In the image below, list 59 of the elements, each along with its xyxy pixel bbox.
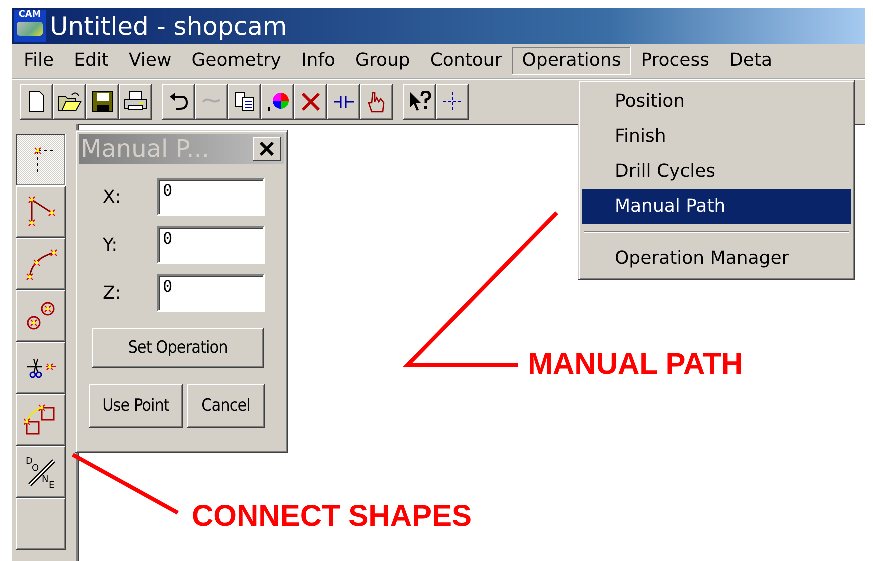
menu-item[interactable]: Operations xyxy=(512,47,632,75)
arc-icon xyxy=(24,247,58,281)
menu-item[interactable]: Info xyxy=(291,47,346,75)
menu-item[interactable]: Group xyxy=(346,47,420,75)
toolbar-button[interactable] xyxy=(20,84,53,120)
field-label: Z: xyxy=(103,282,122,304)
toolbar-button[interactable] xyxy=(327,84,360,120)
field-label: Y: xyxy=(103,234,119,256)
tool-button[interactable]: DONE xyxy=(16,446,66,498)
menu-item[interactable]: View xyxy=(118,47,182,75)
tool-button[interactable] xyxy=(16,134,66,186)
copy-icon xyxy=(234,91,256,113)
print-icon xyxy=(124,91,148,113)
open-folder-icon xyxy=(58,91,82,113)
color-wheel-icon xyxy=(266,91,290,113)
menu-item[interactable]: Deta xyxy=(720,47,783,75)
input-field[interactable]: 0 xyxy=(157,226,265,264)
menu-option[interactable]: Finish xyxy=(582,119,851,154)
app-logo: CAM xyxy=(14,10,46,42)
undo-icon xyxy=(168,91,190,113)
annotation-label: MANUAL PATH xyxy=(528,348,743,382)
field-label: X: xyxy=(103,186,122,208)
new-file-icon xyxy=(26,91,46,113)
toolbar-button[interactable] xyxy=(360,84,393,120)
menu-option[interactable]: Position xyxy=(582,84,851,119)
menu-item[interactable]: Process xyxy=(631,47,720,75)
help-pointer-icon xyxy=(408,91,432,113)
redo-icon xyxy=(202,98,222,106)
set-operation-button[interactable]: Set Operation xyxy=(92,328,264,368)
close-button[interactable] xyxy=(253,137,281,161)
input-field[interactable]: 0 xyxy=(157,274,265,312)
hand-icon xyxy=(366,90,388,114)
window-title: Untitled - shopcam xyxy=(50,12,288,40)
close-icon xyxy=(259,142,275,156)
menu-option[interactable]: Operation Manager xyxy=(582,241,851,276)
menu-item[interactable]: Geometry xyxy=(182,47,292,75)
toolbar-button[interactable] xyxy=(86,84,119,120)
toolbar-button[interactable] xyxy=(294,84,327,120)
input-field[interactable]: 0 xyxy=(157,178,265,216)
annotation-label: CONNECT SHAPES xyxy=(192,500,472,534)
toolbar-button[interactable] xyxy=(53,84,86,120)
toolbar-button[interactable] xyxy=(403,84,436,120)
menu-option[interactable]: Manual Path xyxy=(582,189,851,224)
cancel-button[interactable]: Cancel xyxy=(187,384,265,428)
menu-item[interactable]: Contour xyxy=(420,47,512,75)
delete-icon xyxy=(300,91,322,113)
crosshair-icon xyxy=(442,91,464,113)
menu-item[interactable]: File xyxy=(14,47,64,75)
menu-item[interactable]: Edit xyxy=(64,47,119,75)
toolbar-button[interactable] xyxy=(228,84,261,120)
toolbar-button[interactable] xyxy=(195,84,228,120)
use-point-button[interactable]: Use Point xyxy=(89,384,183,428)
save-icon xyxy=(92,91,114,113)
toolbar-button[interactable] xyxy=(261,84,294,120)
toolbar-button[interactable] xyxy=(119,84,152,120)
menu-option[interactable]: Drill Cycles xyxy=(582,154,851,189)
toolbar-button[interactable] xyxy=(436,84,469,120)
connect-shapes-icon xyxy=(24,403,58,437)
toolbar-button[interactable] xyxy=(162,84,195,120)
